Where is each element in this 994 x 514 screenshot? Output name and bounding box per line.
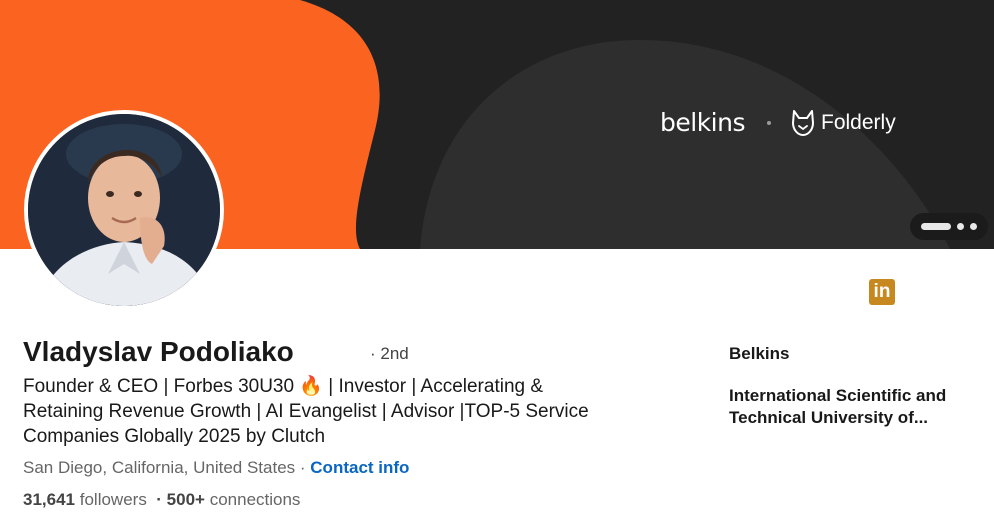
followers-link[interactable]: 31,641 followers [23,490,147,509]
linkedin-icon[interactable]: in [869,279,895,305]
banner-logos: belkins Folderly [660,108,896,137]
fox-icon [792,109,814,136]
profile-stats: 31,641 followers · 500+ connections [23,490,300,510]
profile-name: Vladyslav Podoliako [23,336,294,367]
connections-label: connections [209,490,301,509]
education-link[interactable]: International Scientific and Technical U… [729,385,959,429]
connections-count: · 500+ [156,490,205,509]
contact-info-link[interactable]: Contact info [310,458,409,477]
profile-location-row: San Diego, California, United States · C… [23,458,409,478]
logo-separator [767,120,771,125]
connections-link[interactable]: · 500+ connections [156,490,300,509]
profile-avatar[interactable] [24,110,224,310]
carousel-active-indicator[interactable] [921,223,951,230]
avatar-photo [28,114,220,306]
followers-count: 31,641 [23,490,75,509]
folderly-label: Folderly [821,110,896,134]
banner-carousel-indicator[interactable] [910,213,988,240]
folderly-logo: Folderly [791,109,896,137]
profile-location: San Diego, California, United States · [23,458,306,477]
carousel-dot[interactable] [970,223,977,230]
current-company-link[interactable]: Belkins [729,344,789,364]
carousel-dot[interactable] [957,223,964,230]
profile-headline: Founder & CEO | Forbes 30U30 🔥 | Investo… [23,376,589,447]
connection-degree: · 2nd [370,344,409,363]
followers-label: followers [79,490,147,509]
belkins-logo: belkins [660,108,746,137]
